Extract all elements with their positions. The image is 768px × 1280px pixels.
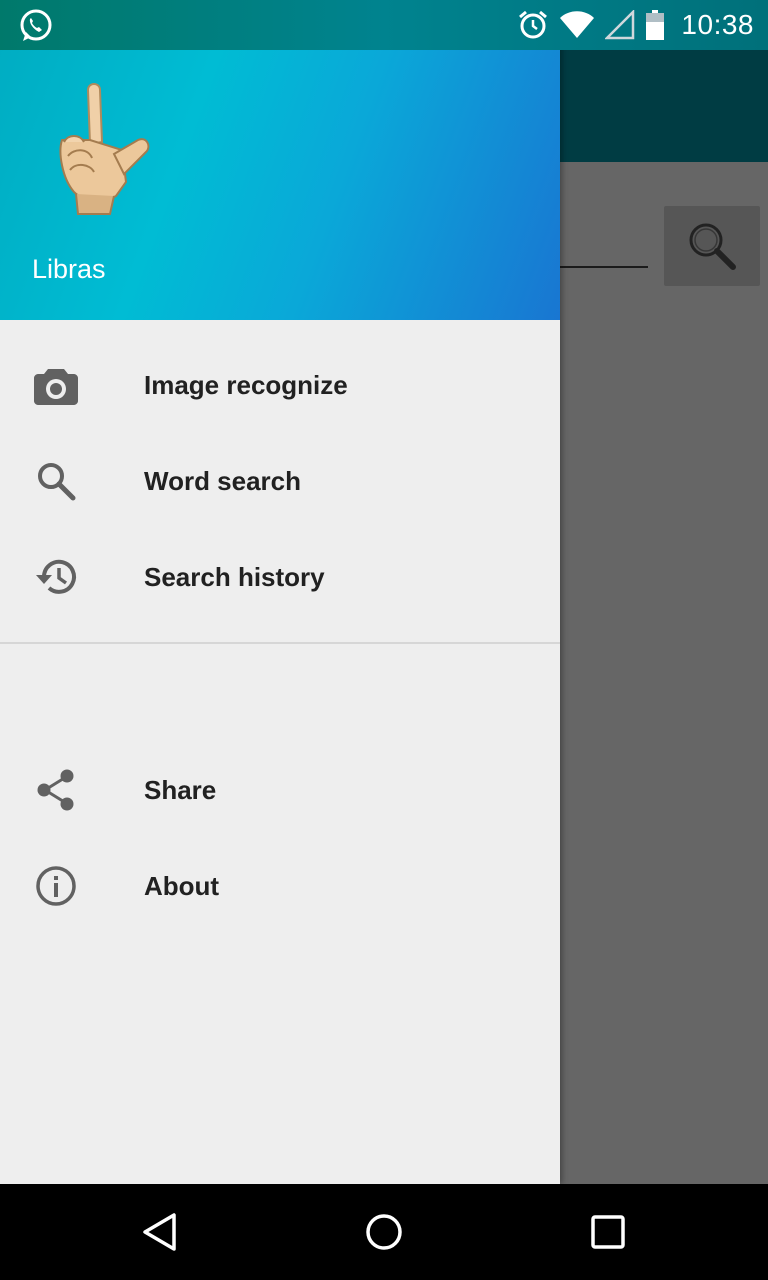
history-icon: [32, 553, 80, 601]
status-bar: 10:38: [0, 0, 768, 50]
menu-item-label: About: [144, 870, 220, 901]
drawer-menu: Image recognize Word search Search histo…: [0, 320, 560, 934]
status-time: 10:38: [681, 9, 754, 40]
whatsapp-icon: [18, 8, 54, 44]
navigation-drawer: Libras Image recognize Word search Searc…: [0, 0, 560, 1184]
menu-item-label: Search history: [144, 561, 325, 592]
menu-item-about[interactable]: About: [0, 838, 560, 934]
wifi-icon: [560, 11, 595, 38]
back-icon: [143, 1213, 176, 1251]
menu-item-label: Word search: [144, 465, 302, 496]
info-icon: [32, 862, 80, 910]
alarm-icon: [519, 10, 548, 39]
drawer-title: Libras: [32, 254, 106, 284]
search-icon: [32, 457, 80, 505]
menu-item-share[interactable]: Share: [0, 742, 560, 838]
menu-item-word-search[interactable]: Word search: [0, 433, 560, 529]
camera-icon: [32, 361, 80, 409]
menu-item-image-recognize[interactable]: Image recognize: [0, 337, 560, 433]
menu-item-label: Share: [144, 774, 217, 805]
share-icon: [32, 766, 80, 814]
recents-button[interactable]: [584, 1208, 632, 1256]
hand-sign-l-icon: [48, 78, 158, 218]
back-button[interactable]: [136, 1208, 184, 1256]
menu-item-label: Image recognize: [144, 369, 348, 400]
recents-icon: [591, 1215, 625, 1249]
system-nav-bar: [0, 1184, 768, 1280]
battery-icon: [646, 10, 665, 40]
secondary-menu-group: Share About: [0, 644, 560, 934]
home-icon: [366, 1214, 402, 1250]
home-button[interactable]: [360, 1208, 408, 1256]
cell-signal-icon: [605, 10, 635, 40]
primary-menu-group: Image recognize Word search Search histo…: [0, 320, 560, 625]
menu-item-search-history[interactable]: Search history: [0, 529, 560, 625]
screen: 10:38 Libras Image recognize Word search…: [0, 0, 768, 1280]
